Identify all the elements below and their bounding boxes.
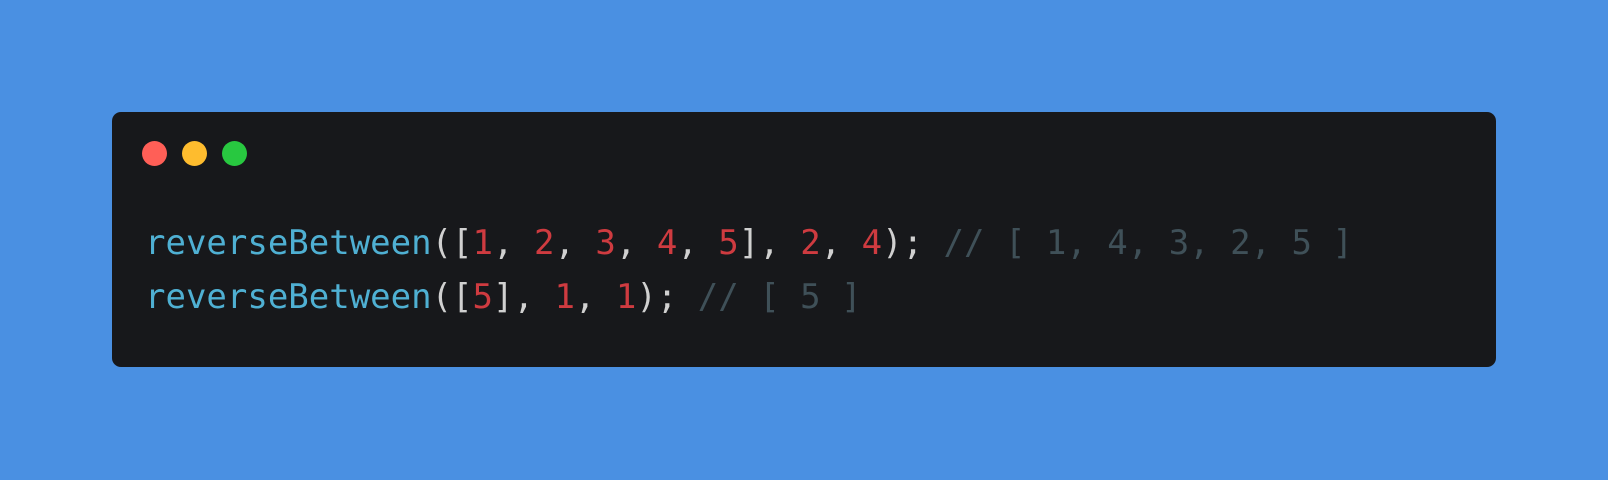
code-token-punc: ], bbox=[493, 277, 555, 317]
code-token-punc: , bbox=[677, 223, 719, 263]
code-token-punc: , bbox=[493, 223, 534, 263]
code-window: reverseBetween([1, 2, 3, 4, 5], 2, 4); /… bbox=[112, 112, 1496, 367]
code-token-punc: , bbox=[820, 223, 862, 263]
code-token-num: 5 bbox=[472, 277, 494, 317]
code-token-num: 4 bbox=[861, 223, 883, 263]
code-line: reverseBetween([5], 1, 1); // [ 5 ] bbox=[145, 270, 1353, 324]
code-token-punc: ([ bbox=[431, 277, 473, 317]
code-token-fn: reverseBetween bbox=[145, 277, 432, 317]
code-token-punc: ); bbox=[636, 277, 698, 317]
code-line: reverseBetween([1, 2, 3, 4, 5], 2, 4); /… bbox=[145, 216, 1353, 270]
code-token-num: 1 bbox=[472, 223, 494, 263]
code-token-punc: , bbox=[574, 277, 616, 317]
code-token-punc: ); bbox=[882, 223, 944, 263]
code-token-num: 5 bbox=[718, 223, 739, 263]
code-token-fn: reverseBetween bbox=[145, 223, 432, 263]
code-token-comment: // [ 1, 4, 3, 2, 5 ] bbox=[943, 223, 1353, 263]
code-token-punc: ], bbox=[738, 223, 801, 263]
code-token-punc: , bbox=[615, 223, 657, 263]
code-token-num: 2 bbox=[533, 223, 555, 263]
code-token-num: 1 bbox=[554, 277, 575, 317]
close-dot-icon[interactable] bbox=[142, 141, 167, 166]
code-block: reverseBetween([1, 2, 3, 4, 5], 2, 4); /… bbox=[145, 216, 1353, 324]
code-token-punc: , bbox=[554, 223, 596, 263]
maximize-dot-icon[interactable] bbox=[222, 141, 247, 166]
code-token-comment: // [ 5 ] bbox=[697, 277, 862, 317]
code-token-num: 1 bbox=[615, 277, 637, 317]
code-token-punc: ([ bbox=[431, 223, 473, 263]
minimize-dot-icon[interactable] bbox=[182, 141, 207, 166]
code-token-num: 2 bbox=[800, 223, 821, 263]
code-token-num: 4 bbox=[656, 223, 678, 263]
window-controls bbox=[142, 141, 247, 166]
code-token-num: 3 bbox=[595, 223, 616, 263]
